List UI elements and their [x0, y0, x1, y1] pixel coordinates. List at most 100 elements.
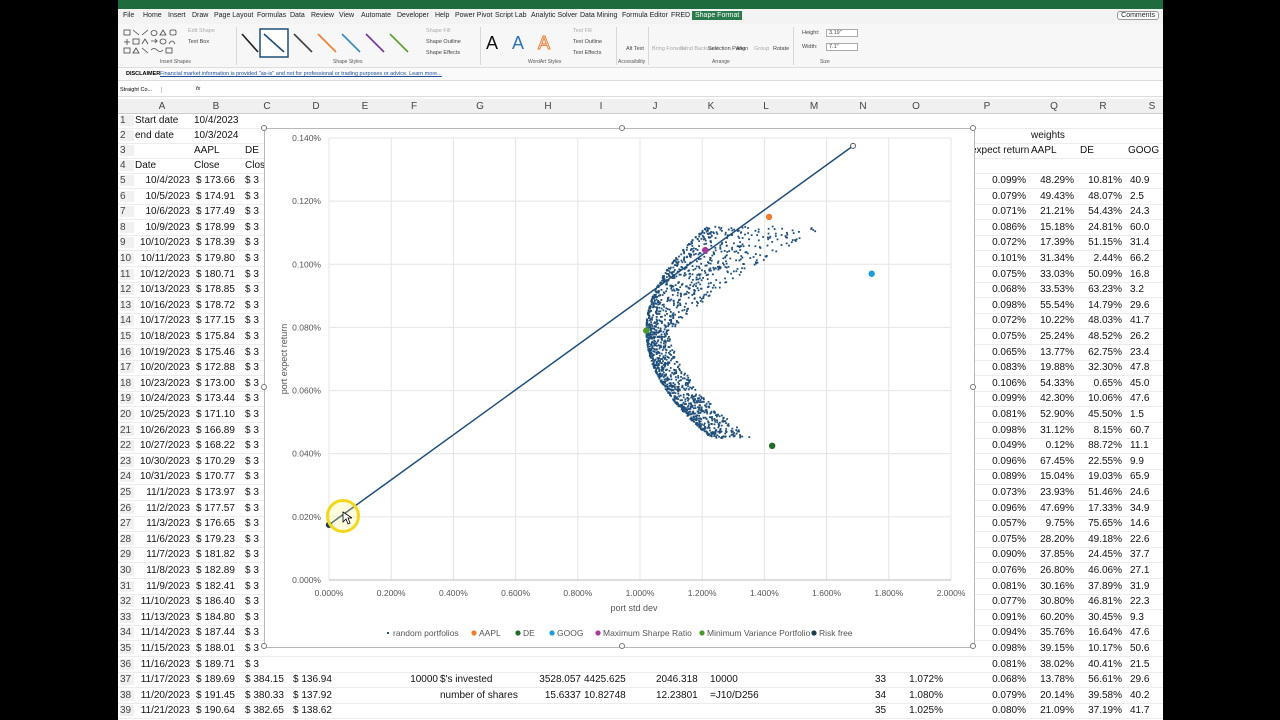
cell-i[interactable]: 4425.625 [584, 674, 626, 685]
cell-weight-de[interactable]: 54.43% [1088, 206, 1122, 217]
cell-date[interactable]: 10/13/2023 [140, 284, 190, 295]
tab-analytic-solver[interactable]: Analytic Solver [531, 12, 577, 19]
row-number[interactable]: 15 [120, 331, 134, 342]
cell-expected-return[interactable]: 0.096% [992, 503, 1026, 514]
cell-aapl-close[interactable]: $ 170.29 [196, 456, 235, 467]
row-number[interactable]: 18 [120, 377, 134, 389]
cell-expected-return[interactable]: 0.073% [992, 487, 1026, 498]
row-number[interactable]: 35 [120, 643, 134, 654]
tab-automate[interactable]: Automate [361, 12, 391, 19]
cell-weight-aapl[interactable]: 39.15% [1040, 643, 1074, 654]
cell-aapl-close[interactable]: $ 188.01 [196, 643, 235, 654]
cell-weight-goog[interactable]: 1.5 [1130, 409, 1144, 420]
row-number[interactable]: 24 [120, 471, 134, 483]
resize-handle-left[interactable] [261, 384, 267, 390]
column-header-i[interactable]: I [600, 101, 603, 112]
cell-date[interactable]: 11/16/2023 [141, 659, 190, 670]
cell-q2[interactable]: weights [1031, 130, 1065, 141]
cell-de-close[interactable]: $ 3 [245, 284, 259, 295]
cell-aapl-close[interactable]: $ 187.44 [196, 627, 235, 638]
tab-review[interactable]: Review [311, 12, 334, 19]
cell-date[interactable]: 10/20/2023 [140, 362, 190, 373]
cell-de-close[interactable]: $ 3 [245, 300, 259, 311]
column-header-d[interactable]: D [312, 101, 319, 112]
row-number[interactable]: 10 [120, 253, 134, 264]
cell-de-close[interactable]: $ 3 [245, 487, 259, 498]
cell-expected-return[interactable]: 0.072% [992, 237, 1026, 248]
cell-a2[interactable]: end date [135, 130, 174, 141]
column-header-h[interactable]: H [544, 101, 551, 112]
align-button[interactable]: Align [736, 46, 748, 52]
cell-de-close[interactable]: $ 3 [245, 471, 259, 482]
cell-weight-de[interactable]: 46.81% [1088, 596, 1122, 607]
cell-expected-return[interactable]: 0.079% [992, 690, 1026, 701]
cell-weight-de[interactable]: 48.07% [1088, 191, 1122, 202]
cell-date[interactable]: 11/3/2023 [146, 518, 190, 529]
row-number[interactable]: 33 [120, 611, 134, 623]
cell-aapl-close[interactable]: $ 177.49 [196, 206, 235, 217]
cell-weight-de[interactable]: 40.41% [1088, 659, 1122, 670]
cell-date[interactable]: 11/7/2023 [146, 549, 190, 560]
cell-weight-de[interactable]: 50.09% [1088, 269, 1122, 280]
cell-weight-aapl[interactable]: 17.39% [1040, 237, 1074, 248]
text-box-button[interactable]: Text Box [188, 39, 209, 45]
cell-aapl-close[interactable]: $ 166.89 [196, 425, 235, 436]
tab-page-layout[interactable]: Page Layout [214, 12, 253, 19]
cell-o[interactable]: 1.080% [909, 690, 943, 701]
column-header-l[interactable]: L [763, 101, 769, 112]
cell-b4[interactable]: Close [194, 160, 220, 171]
comments-button[interactable]: Comments [1117, 11, 1159, 20]
row-number[interactable]: 3 [120, 145, 134, 156]
cell-j[interactable]: 2046.318 [656, 674, 698, 685]
cell-expected-return[interactable]: 0.083% [992, 362, 1026, 373]
cell-de-close[interactable]: $ 3 [245, 253, 259, 264]
cell-expected-return[interactable]: 0.098% [992, 300, 1026, 311]
cell-weight-aapl[interactable]: 67.45% [1040, 456, 1074, 467]
cell-weight-goog[interactable]: 40.2 [1130, 690, 1149, 701]
row-number[interactable]: 7 [120, 206, 134, 218]
column-header-o[interactable]: O [912, 101, 920, 112]
cell-expected-return[interactable]: 0.099% [992, 175, 1026, 186]
cell-weight-goog[interactable]: 47.6 [1130, 393, 1149, 404]
cell-weight-goog[interactable]: 16.8 [1130, 269, 1149, 280]
tab-home[interactable]: Home [143, 12, 162, 19]
cell-weight-aapl[interactable]: 42.30% [1040, 393, 1074, 404]
cell-aapl-close[interactable]: $ 190.64 [196, 705, 235, 716]
row-number[interactable]: 30 [120, 565, 134, 576]
cell-weight-goog[interactable]: 26.2 [1130, 331, 1149, 342]
cell-expected-return[interactable]: 0.099% [992, 393, 1026, 404]
tab-fred[interactable]: FRED [671, 12, 690, 19]
cell-de-close[interactable]: $ 3 [245, 393, 259, 404]
row-number[interactable]: 38 [120, 689, 134, 701]
cell-aapl-close[interactable]: $ 171.10 [196, 409, 235, 420]
column-header-c[interactable]: C [263, 101, 270, 112]
cell-date[interactable]: 11/1/2023 [146, 487, 190, 498]
cell-aapl-close[interactable]: $ 178.99 [196, 222, 235, 233]
cell-b1[interactable]: 10/4/2023 [194, 115, 239, 126]
cell-weight-goog[interactable]: 40.9 [1130, 175, 1149, 186]
cell-weight-goog[interactable]: 60.0 [1130, 222, 1149, 233]
cell-weight-de[interactable]: 0.65% [1094, 378, 1122, 389]
cell-weight-goog[interactable]: 24.6 [1130, 487, 1149, 498]
cell-weight-aapl[interactable]: 30.80% [1040, 596, 1074, 607]
cell-weight-goog[interactable]: 27.1 [1130, 565, 1149, 576]
cell-b3[interactable]: AAPL [194, 145, 220, 156]
cell-date[interactable]: 10/27/2023 [140, 440, 190, 451]
cell-de-close[interactable]: $ 3 [245, 315, 259, 326]
cell-de-close[interactable]: $ 3 [245, 518, 259, 529]
cell-weight-aapl[interactable]: 31.12% [1040, 425, 1074, 436]
row-number[interactable]: 9 [120, 237, 134, 249]
cell-weight-de[interactable]: 45.50% [1088, 409, 1122, 420]
cell-aapl-close[interactable]: $ 177.57 [196, 503, 235, 514]
cell-k[interactable]: =J10/D256 [710, 690, 759, 701]
cell-aapl-close[interactable]: $ 179.80 [196, 253, 235, 264]
resize-handle-top[interactable] [619, 125, 625, 131]
cell-aapl-close[interactable]: $ 178.39 [196, 237, 235, 248]
row-number[interactable]: 28 [120, 533, 134, 545]
cell-weight-de[interactable]: 48.52% [1088, 331, 1122, 342]
cell-c3[interactable]: DE [245, 145, 259, 156]
cell-n[interactable]: 35 [875, 705, 886, 716]
row-number[interactable]: 23 [120, 455, 134, 467]
row-number[interactable]: 13 [120, 299, 134, 311]
row-number[interactable]: 32 [120, 596, 134, 608]
